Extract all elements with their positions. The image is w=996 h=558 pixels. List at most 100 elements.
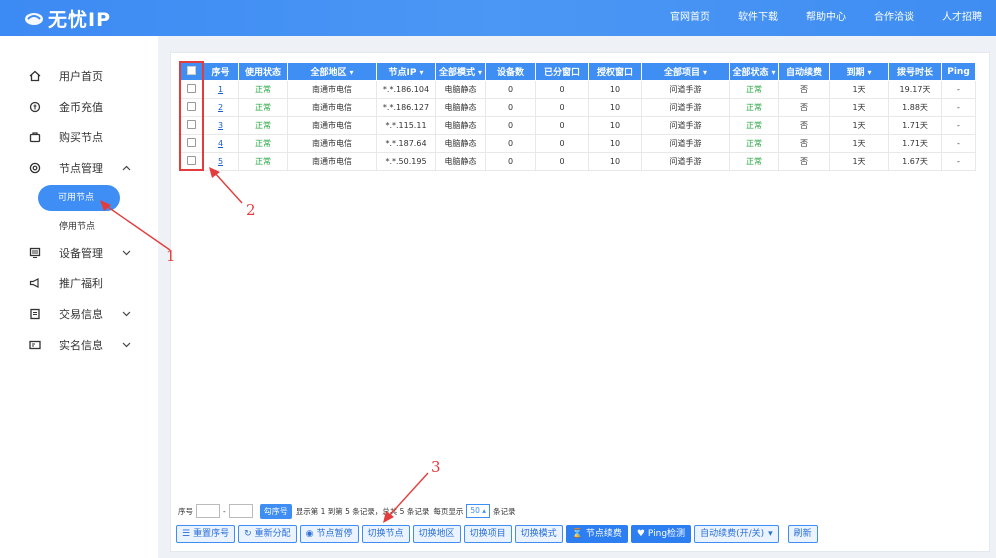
nav-jobs[interactable]: 人才招聘	[928, 0, 996, 36]
nav-home[interactable]: 官网首页	[656, 0, 724, 36]
col-header-region-filter[interactable]: 全部地区	[287, 62, 377, 81]
reassign-button[interactable]: ↻ 重新分配	[238, 525, 297, 543]
bag-icon	[28, 130, 42, 144]
cell-assigned-windows: 0	[535, 80, 589, 99]
cell-auth-windows: 10	[588, 116, 642, 135]
logo[interactable]: 无忧IP	[24, 6, 111, 31]
col-header-project-filter[interactable]: 全部项目	[641, 62, 730, 81]
nav-help[interactable]: 帮助中心	[792, 0, 860, 36]
caret-down-icon: ▾	[768, 529, 773, 539]
cell-usage-status: 正常	[238, 134, 288, 153]
checkbox-highlight-box	[179, 61, 204, 171]
col-header-status-filter[interactable]: 全部状态	[729, 62, 779, 81]
cell-assigned-windows: 0	[535, 116, 589, 135]
per-page-suffix: 条记录	[493, 506, 516, 516]
nav-download[interactable]: 软件下载	[724, 0, 792, 36]
seq-to-input[interactable]	[228, 504, 253, 518]
row-seq-link[interactable]: 2	[218, 103, 223, 112]
cell-status: 正常	[729, 98, 779, 117]
sidebar-item-label: 设备管理	[59, 247, 103, 260]
chevron-down-icon[interactable]	[122, 248, 131, 259]
auto-renew-toggle-button[interactable]: 自动续费(开/关) ▾	[694, 525, 779, 543]
monitor-icon	[28, 246, 42, 260]
cell-ip: *.*.115.11	[376, 116, 436, 135]
table-row: 4 正常 南通市电信 *.*.187.64 电脑静态 0 0 10 问道手游 正…	[179, 134, 976, 153]
col-header[interactable]: 序号	[202, 62, 239, 81]
row-seq-link[interactable]: 3	[218, 121, 223, 130]
chevron-down-icon[interactable]	[122, 340, 131, 351]
row-seq-link[interactable]: 5	[218, 157, 223, 166]
sidebar-item-real-name[interactable]: 实名信息	[0, 334, 158, 356]
coin-icon	[28, 100, 42, 114]
switch-project-button[interactable]: 切换项目	[463, 525, 512, 543]
sidebar-item-user-home[interactable]: 用户首页	[0, 65, 158, 87]
cell-usage-status: 正常	[238, 116, 288, 135]
cell-ip: *.*.187.64	[376, 134, 436, 153]
cell-devices: 0	[485, 80, 536, 99]
cell-status: 正常	[729, 80, 779, 99]
switch-node-button[interactable]: 切换节点	[361, 525, 410, 543]
main-panel: 序号 使用状态 全部地区 节点IP 全部模式 设备数 已分窗口 授权窗口 全部项…	[170, 52, 990, 552]
top-header: 无忧IP 官网首页 软件下载 帮助中心 合作洽谈 人才招聘	[0, 0, 996, 36]
sidebar-subitem-disabled-nodes[interactable]: 停用节点	[0, 214, 158, 236]
col-header: 设备数	[485, 62, 536, 81]
cell-usage-status: 正常	[238, 98, 288, 117]
cell-region: 南通市电信	[287, 116, 377, 135]
cell-expire: 1天	[829, 116, 889, 135]
seq-from-input[interactable]	[196, 504, 220, 518]
row-seq-link[interactable]: 4	[218, 139, 223, 148]
cell-dial-duration: 1.67天	[888, 152, 942, 171]
cell-auto-renew: 否	[778, 116, 830, 135]
cell-dial-duration: 1.71天	[888, 116, 942, 135]
seq-label: 序号	[178, 506, 193, 516]
cell-auto-renew: 否	[778, 80, 830, 99]
sidebar: 用户首页 金币充值 购买节点 节点管理 可用节点 停用节点 设备管理 推广福利 …	[0, 36, 158, 558]
col-header[interactable]: 节点IP	[376, 62, 436, 81]
cell-status: 正常	[729, 152, 779, 171]
sidebar-item-recharge[interactable]: 金币充值	[0, 96, 158, 118]
sidebar-item-promotion[interactable]: 推广福利	[0, 272, 158, 294]
cell-ping: -	[941, 116, 976, 135]
pause-node-button[interactable]: ◉ 节点暂停	[299, 525, 359, 543]
ping-check-button[interactable]: ♥ Ping检测	[630, 525, 692, 543]
sidebar-item-label: 推广福利	[59, 277, 103, 290]
cell-region: 南通市电信	[287, 134, 377, 153]
col-header: Ping	[941, 62, 976, 81]
refresh-button[interactable]: 刷新	[787, 525, 818, 543]
col-header: 授权窗口	[588, 62, 642, 81]
cell-region: 南通市电信	[287, 80, 377, 99]
col-header[interactable]: 到期	[829, 62, 889, 81]
renew-node-button[interactable]: ⌛ 节点续费	[565, 525, 628, 543]
cell-status: 正常	[729, 116, 779, 135]
switch-mode-button[interactable]: 切换模式	[514, 525, 563, 543]
cell-ping: -	[941, 98, 976, 117]
cell-project: 问道手游	[641, 116, 730, 135]
sidebar-item-transactions[interactable]: 交易信息	[0, 303, 158, 325]
seq-dash: -	[223, 506, 226, 516]
per-page-label: 每页显示	[433, 506, 464, 516]
cell-ip: *.*.186.127	[376, 98, 436, 117]
cell-auth-windows: 10	[588, 98, 642, 117]
switch-region-button[interactable]: 切换地区	[412, 525, 461, 543]
per-page-select[interactable]: 50 ▴	[466, 504, 491, 518]
sidebar-item-node-management[interactable]: 节点管理	[0, 157, 158, 179]
chevron-up-icon[interactable]	[122, 163, 131, 174]
table-row: 2 正常 南通市电信 *.*.186.127 电脑静态 0 0 10 问道手游 …	[179, 98, 976, 117]
action-toolbar: ☰ 重置序号 ↻ 重新分配 ◉ 节点暂停 切换节点 切换地区 切换项目 切换模式…	[176, 525, 821, 545]
nav-cooperation[interactable]: 合作洽谈	[860, 0, 928, 36]
row-seq-link[interactable]: 1	[218, 85, 223, 94]
cell-expire: 1天	[829, 152, 889, 171]
sidebar-subitem-available-nodes[interactable]: 可用节点	[38, 185, 120, 211]
sidebar-item-device-management[interactable]: 设备管理	[0, 242, 158, 264]
heart-icon: ♥	[636, 529, 645, 539]
cell-mode: 电脑静态	[435, 116, 486, 135]
check-seq-button[interactable]: 勾序号	[259, 503, 292, 519]
col-header-mode-filter[interactable]: 全部模式	[435, 62, 486, 81]
sidebar-item-buy-nodes[interactable]: 购买节点	[0, 126, 158, 148]
chevron-down-icon[interactable]	[122, 309, 131, 320]
table-row: 3 正常 南通市电信 *.*.115.11 电脑静态 0 0 10 问道手游 正…	[179, 116, 976, 135]
reset-seq-button[interactable]: ☰ 重置序号	[176, 525, 236, 543]
sidebar-item-label: 交易信息	[59, 308, 103, 321]
col-header: 自动续费	[778, 62, 830, 81]
pagination-bar: 序号 - 勾序号 显示第 1 到第 5 条记录，总共 5 条记录 每页显示 50…	[178, 503, 516, 519]
